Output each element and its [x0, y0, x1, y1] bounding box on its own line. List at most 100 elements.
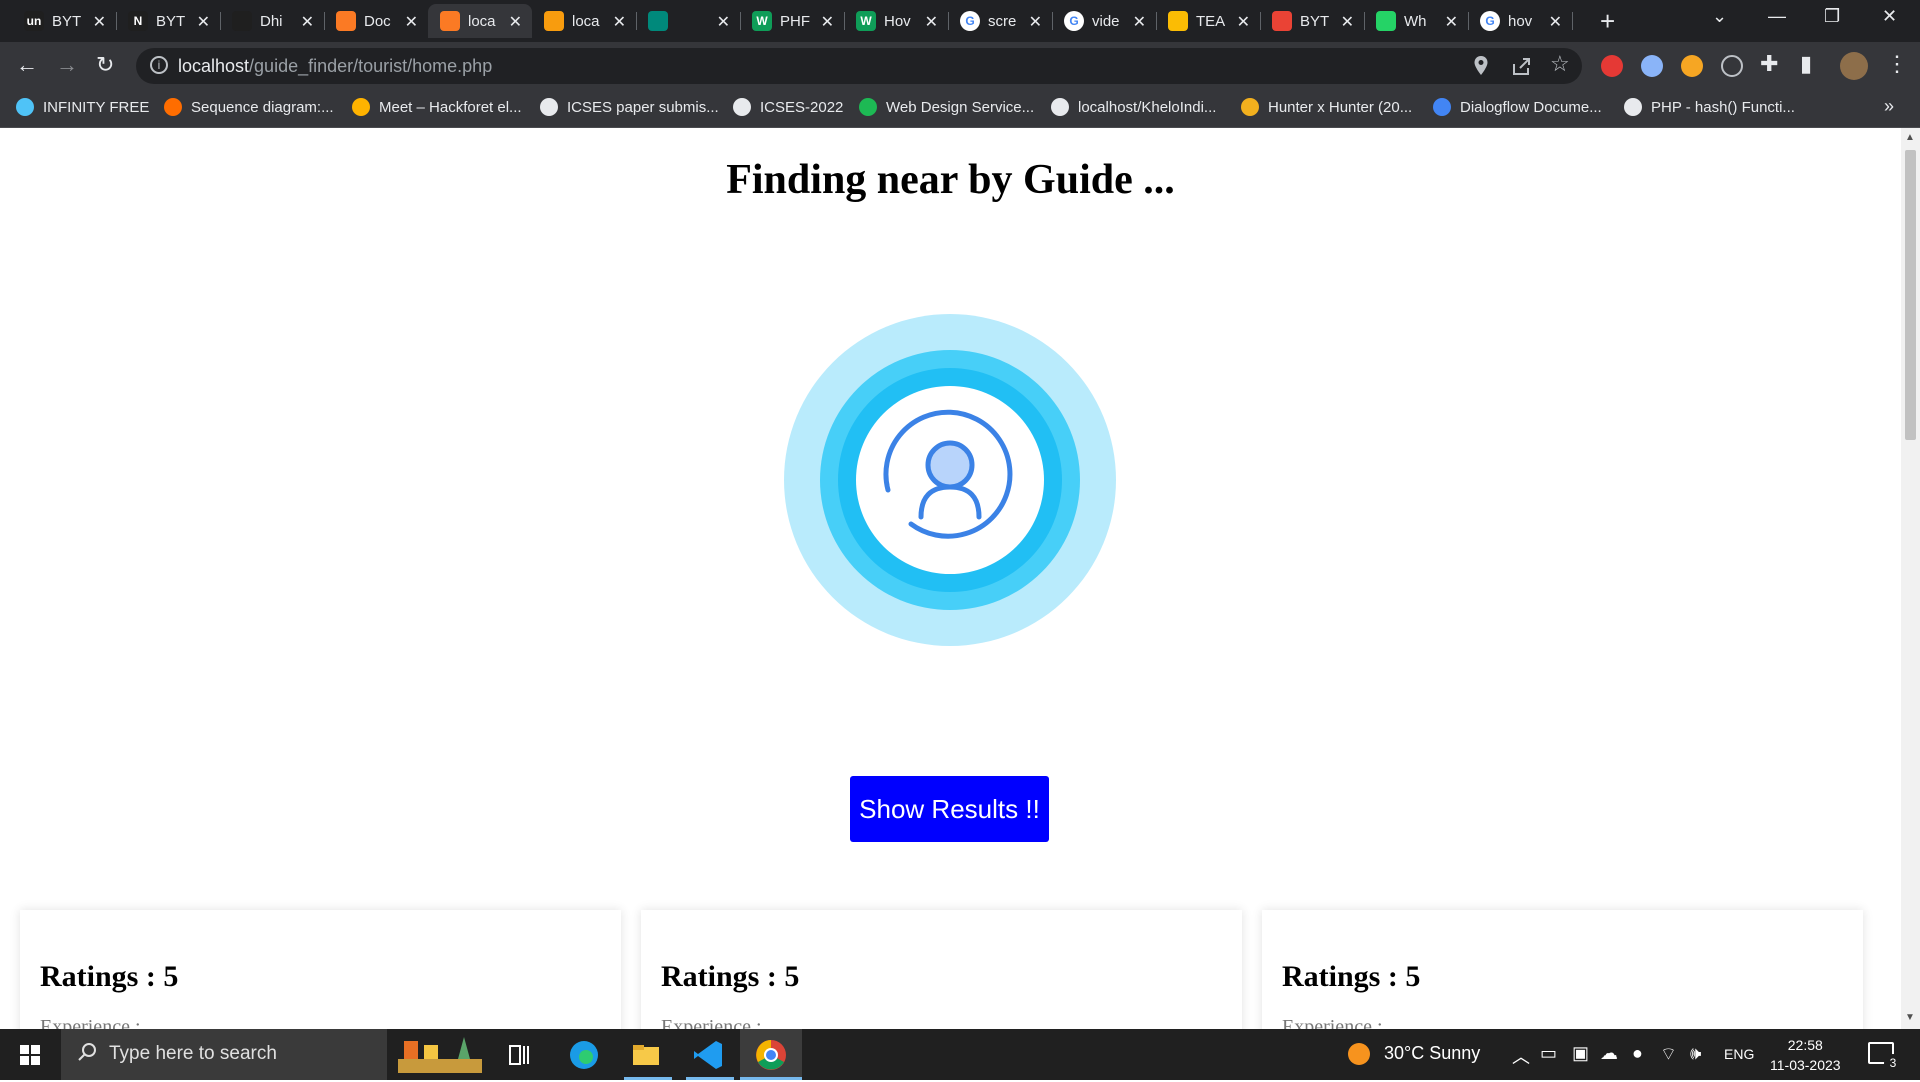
- browser-tab[interactable]: Wh ✕: [1364, 4, 1468, 38]
- location-icon[interactable]: [1473, 55, 1489, 77]
- volume-icon[interactable]: 🕪: [1690, 1043, 1701, 1064]
- scrollbar-thumb[interactable]: [1905, 150, 1916, 440]
- tab-close-icon[interactable]: ✕: [1445, 12, 1458, 32]
- new-tab-button[interactable]: +: [1600, 6, 1615, 37]
- chrome-taskbar-button[interactable]: [740, 1029, 802, 1080]
- file-explorer-icon[interactable]: [628, 1037, 664, 1073]
- reload-button[interactable]: ↻: [96, 52, 114, 78]
- browser-tab[interactable]: ✕: [636, 4, 740, 38]
- browser-tab[interactable]: loca ✕: [532, 4, 636, 38]
- bookmark-favicon-icon: [1051, 98, 1069, 116]
- tab-close-icon[interactable]: ✕: [1029, 12, 1042, 32]
- tab-close-icon[interactable]: ✕: [1341, 12, 1354, 32]
- forward-button[interactable]: →: [56, 52, 78, 78]
- bookmark-item[interactable]: ICSES paper submis...: [540, 98, 719, 116]
- address-url[interactable]: localhost/guide_finder/tourist/home.php: [178, 56, 492, 77]
- bookmark-item[interactable]: PHP - hash() Functi...: [1624, 98, 1795, 116]
- bookmarks-overflow-icon[interactable]: »: [1884, 96, 1894, 117]
- weather-text[interactable]: 30°C Sunny: [1384, 1043, 1480, 1064]
- tab-favicon-icon: N: [128, 11, 148, 31]
- bookmark-item[interactable]: Web Design Service...: [859, 98, 1034, 116]
- address-bar[interactable]: i localhost/guide_finder/tourist/home.ph…: [136, 48, 1582, 84]
- battery-icon[interactable]: ▭: [1540, 1043, 1557, 1064]
- tab-close-icon[interactable]: ✕: [301, 12, 314, 32]
- browser-tab[interactable]: TEA ✕: [1156, 4, 1260, 38]
- bookmark-star-icon[interactable]: ☆: [1550, 51, 1570, 77]
- tab-close-icon[interactable]: ✕: [717, 12, 730, 32]
- onedrive-icon[interactable]: ☁: [1600, 1043, 1618, 1064]
- browser-tab[interactable]: BYT ✕: [1260, 4, 1364, 38]
- tab-close-icon[interactable]: ✕: [1133, 12, 1146, 32]
- scroll-down-arrow[interactable]: ▼: [1905, 1012, 1915, 1023]
- microphone-icon[interactable]: ●: [1632, 1043, 1643, 1064]
- tab-close-icon[interactable]: ✕: [1549, 12, 1562, 32]
- extension-react-icon[interactable]: [1721, 55, 1743, 77]
- extensions-puzzle-icon[interactable]: ✚: [1760, 51, 1778, 77]
- bookmark-item[interactable]: Hunter x Hunter (20...: [1241, 98, 1412, 116]
- notification-center-icon[interactable]: 3: [1868, 1042, 1902, 1072]
- tab-close-icon[interactable]: ✕: [925, 12, 938, 32]
- tab-title: Hov: [884, 12, 911, 30]
- vscode-icon[interactable]: [690, 1037, 726, 1073]
- search-highlight-icon[interactable]: [394, 1031, 490, 1077]
- google-icon: G: [960, 11, 980, 31]
- bookmark-item[interactable]: Dialogflow Docume...: [1433, 98, 1602, 116]
- browser-tab[interactable]: un BYT ✕: [12, 4, 116, 38]
- bookmark-favicon-icon: [1241, 98, 1259, 116]
- side-panel-icon[interactable]: ▮: [1800, 51, 1812, 77]
- extension-shield-icon[interactable]: [1641, 55, 1663, 77]
- tab-favicon-icon: W: [856, 11, 876, 31]
- profile-avatar[interactable]: [1840, 52, 1868, 80]
- browser-tab[interactable]: Ghov ✕: [1468, 4, 1572, 38]
- tab-close-icon[interactable]: ✕: [197, 12, 210, 32]
- scroll-up-arrow[interactable]: ▲: [1905, 132, 1915, 143]
- bookmark-item[interactable]: Sequence diagram:...: [164, 98, 334, 116]
- browser-tab[interactable]: Dhi ✕: [220, 4, 324, 38]
- tab-close-icon[interactable]: ✕: [509, 12, 522, 32]
- taskbar-search-box[interactable]: Type here to search: [61, 1029, 387, 1080]
- meet-now-icon[interactable]: ▣: [1572, 1043, 1589, 1064]
- tab-search-icon[interactable]: ⌄: [1712, 6, 1727, 27]
- windows-start-icon[interactable]: [20, 1045, 40, 1065]
- bookmark-item[interactable]: Meet – Hackforet el...: [352, 98, 522, 116]
- guide-card[interactable]: Ratings : 5 Experience :: [1262, 910, 1863, 1029]
- browser-tab[interactable]: loca ✕: [428, 4, 532, 38]
- tab-close-icon[interactable]: ✕: [613, 12, 626, 32]
- wifi-icon[interactable]: ⌔: [1660, 1043, 1677, 1066]
- bookmark-item[interactable]: ICSES-2022: [733, 98, 843, 116]
- close-window-button[interactable]: ✕: [1882, 6, 1897, 27]
- page-scrollbar[interactable]: ▲ ▼: [1901, 128, 1920, 1029]
- show-hidden-icons[interactable]: ︿: [1512, 1043, 1530, 1069]
- browser-tab[interactable]: Doc ✕: [324, 4, 428, 38]
- bookmark-item[interactable]: localhost/KheloIndi...: [1051, 98, 1216, 116]
- language-indicator[interactable]: ENG: [1724, 1046, 1754, 1062]
- tab-title: hov: [1508, 12, 1533, 30]
- extension-cookie-icon[interactable]: [1681, 55, 1703, 77]
- tab-close-icon[interactable]: ✕: [405, 12, 418, 32]
- guide-card[interactable]: Ratings : 5 Experience :: [20, 910, 621, 1029]
- notification-count-badge: 3: [1884, 1054, 1902, 1072]
- chrome-menu-icon[interactable]: ⋮: [1886, 51, 1908, 77]
- bookmark-label: Web Design Service...: [886, 98, 1035, 116]
- edge-icon[interactable]: [566, 1037, 602, 1073]
- extension-red-icon[interactable]: [1601, 55, 1623, 77]
- browser-tab[interactable]: Gvide ✕: [1052, 4, 1156, 38]
- guide-card[interactable]: Ratings : 5 Experience :: [641, 910, 1242, 1029]
- back-button[interactable]: ←: [16, 52, 38, 78]
- tab-close-icon[interactable]: ✕: [821, 12, 834, 32]
- show-results-button[interactable]: Show Results !!: [850, 776, 1049, 842]
- browser-tab[interactable]: W Hov ✕: [844, 4, 948, 38]
- restore-button[interactable]: ❐: [1824, 6, 1840, 27]
- minimize-button[interactable]: —: [1768, 6, 1786, 27]
- system-clock[interactable]: 22:58 11-03-2023: [1770, 1035, 1841, 1075]
- tab-close-icon[interactable]: ✕: [1237, 12, 1250, 32]
- browser-tab[interactable]: W PHF ✕: [740, 4, 844, 38]
- share-icon[interactable]: [1510, 55, 1532, 77]
- site-info-icon[interactable]: i: [150, 56, 168, 74]
- task-view-icon[interactable]: [502, 1037, 538, 1073]
- browser-tab[interactable]: Gscre ✕: [948, 4, 1052, 38]
- weather-sun-icon[interactable]: [1348, 1043, 1370, 1065]
- bookmark-item[interactable]: INFINITY FREE: [16, 98, 149, 116]
- browser-tab[interactable]: N BYT ✕: [116, 4, 220, 38]
- tab-close-icon[interactable]: ✕: [93, 12, 106, 32]
